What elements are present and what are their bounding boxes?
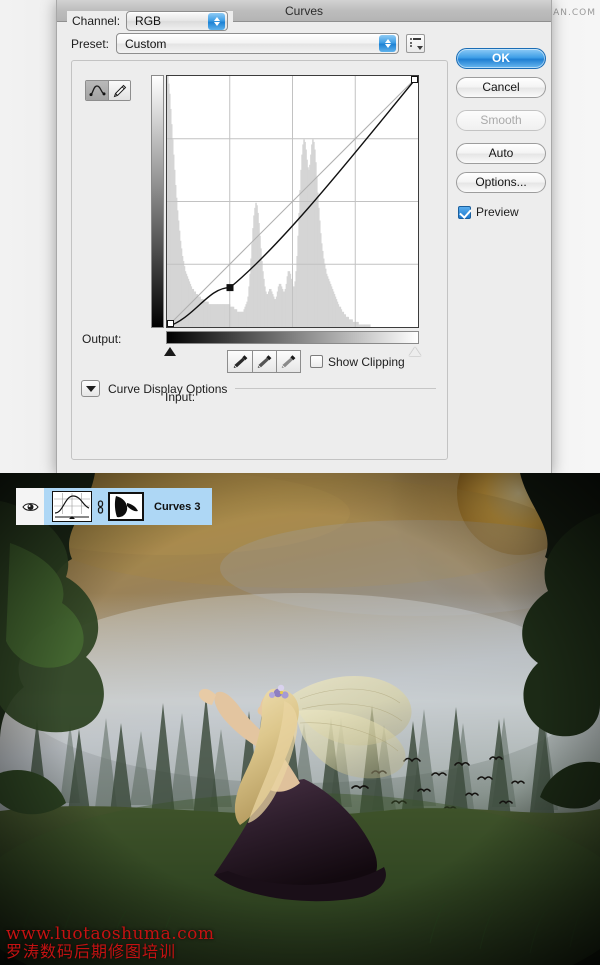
link-icon[interactable] (95, 499, 105, 514)
fantasy-fairy-artwork (0, 473, 600, 965)
section-divider (235, 388, 436, 389)
show-clipping-checkbox[interactable] (310, 355, 323, 368)
white-point-slider[interactable] (409, 347, 421, 356)
curve-control-point (226, 284, 234, 292)
curve-display-options-disclosure[interactable] (81, 380, 100, 397)
preview-label: Preview (476, 205, 519, 219)
dialog-title: Curves (284, 3, 323, 18)
preset-dropdown[interactable]: Custom (116, 33, 400, 54)
preview-checkbox[interactable] (458, 205, 471, 219)
layer-mask-thumbnail[interactable] (108, 492, 144, 521)
channel-dropdown[interactable]: RGB (126, 11, 229, 31)
output-gradient-bar (151, 75, 164, 328)
layer-name: Curves 3 (154, 500, 201, 513)
channel-stepper-arrows[interactable] (208, 13, 226, 30)
dialog-body: Preset: Custom Channel: RGB Output: Inpu… (57, 11, 551, 473)
dialog-button-column: OK Cancel Smooth Auto Options... Preview (456, 48, 546, 219)
ok-button[interactable]: OK (456, 48, 546, 69)
curve-plot-area[interactable] (166, 75, 419, 328)
curve-control-point (411, 76, 418, 83)
output-label: Output: (82, 332, 122, 346)
black-point-slider[interactable] (164, 347, 176, 356)
curve-control-point (167, 320, 174, 327)
channel-label: Channel: (72, 14, 121, 28)
eyedropper-group (227, 350, 301, 373)
curve-display-options-row: Curve Display Options (81, 380, 436, 397)
watermark-cn: 罗涛数码后期修图培训 (6, 942, 177, 962)
curves-thumbnail[interactable] (52, 491, 92, 522)
eyedropper-row: Show Clipping (227, 350, 405, 373)
layer-row-curves-3[interactable]: Curves 3 (16, 488, 212, 525)
gray-point-eyedropper[interactable] (252, 351, 276, 372)
channel-row: Channel: RGB (67, 11, 234, 31)
curve-tool-group (85, 80, 131, 101)
preset-value: Custom (125, 36, 167, 51)
preset-row: Preset: Custom (71, 33, 426, 54)
options-button[interactable]: Options... (456, 172, 546, 193)
curve-pencil-icon[interactable] (86, 81, 108, 100)
preset-menu-icon[interactable] (406, 34, 426, 53)
channel-value: RGB (135, 14, 162, 28)
pencil-icon[interactable] (108, 81, 130, 100)
curve-plot-svg (167, 76, 418, 327)
cancel-button[interactable]: Cancel (456, 77, 546, 98)
preset-stepper-arrows[interactable] (379, 35, 397, 52)
white-point-eyedropper[interactable] (276, 351, 300, 372)
photo-watermark: www.luotaoshuma.com 罗涛数码后期修图培训 (6, 926, 215, 961)
input-gradient-bar (166, 331, 419, 344)
document-canvas[interactable]: www.luotaoshuma.com 罗涛数码后期修图培训 (0, 473, 600, 965)
eye-icon (21, 502, 39, 511)
curves-dialog: Curves Preset: Custom Channel: RGB Outpu… (56, 0, 552, 473)
black-point-eyedropper[interactable] (228, 351, 252, 372)
layer-visibility-toggle[interactable] (16, 488, 44, 525)
curve-display-options-label: Curve Display Options (108, 381, 228, 396)
preset-label: Preset: (71, 36, 110, 51)
smooth-button[interactable]: Smooth (456, 110, 546, 131)
show-clipping-label: Show Clipping (328, 354, 405, 369)
preview-row: Preview (458, 205, 546, 219)
auto-button[interactable]: Auto (456, 143, 546, 164)
